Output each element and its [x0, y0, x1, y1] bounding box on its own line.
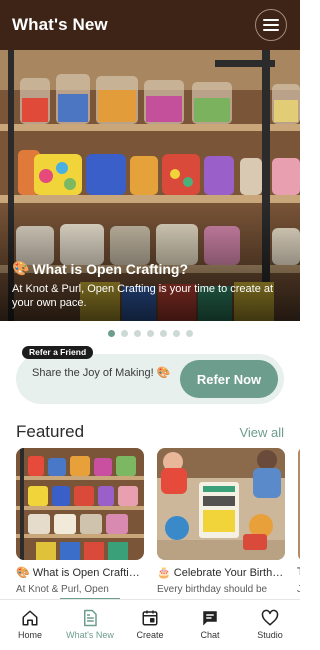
calendar-icon: [142, 610, 158, 626]
menu-button[interactable]: [255, 9, 287, 41]
nav-label: Home: [17, 630, 42, 640]
carousel-dot[interactable]: [120, 330, 128, 337]
card-subtitle: Every birthday should be: [157, 584, 268, 595]
nav-label: Chat: [200, 630, 220, 640]
card-title: 🎂 Celebrate Your Birth…: [157, 567, 284, 579]
card-title: 🎨 What is Open Crafti…: [16, 567, 140, 579]
featured-heading: Featured: [16, 422, 85, 441]
hamburger-icon: [263, 19, 279, 31]
carousel-dot[interactable]: [133, 330, 141, 337]
carousel-indicator: [0, 330, 300, 337]
refer-text: Share the Joy of Making! 🎨: [32, 367, 171, 379]
chat-icon: [203, 611, 217, 626]
carousel-dot[interactable]: [159, 330, 167, 337]
carousel-dot[interactable]: [107, 330, 115, 337]
card-image: [16, 448, 144, 560]
top-bar: What's New: [0, 0, 300, 50]
card-subtitle: At Knot & Purl, Open: [16, 584, 109, 595]
hero-title: 🎨 What is Open Crafting?: [12, 260, 188, 277]
nav-label: Create: [136, 630, 164, 640]
page-title: What's New: [12, 15, 108, 34]
card-title: T: [297, 566, 300, 578]
featured-card-birthday[interactable]: [157, 448, 285, 560]
carousel-dot[interactable]: [185, 330, 193, 337]
nav-label: What's New: [66, 630, 114, 640]
featured-card-next[interactable]: [298, 448, 300, 560]
refer-tag: Refer a Friend: [22, 346, 94, 359]
card-image: [298, 448, 300, 560]
hero-description: At Knot & Purl, Open Crafting is your ti…: [12, 283, 274, 309]
palette-emoji: 🎨: [12, 260, 30, 276]
nav-label: Studio: [257, 630, 283, 640]
view-all-link[interactable]: View all: [239, 425, 284, 440]
nav-item-home[interactable]: Home: [0, 600, 60, 650]
bottom-nav: Home What's New Create Chat Studio: [0, 599, 300, 650]
document-icon: [84, 609, 97, 627]
featured-card-open-crafting[interactable]: [16, 448, 144, 560]
home-icon: [22, 610, 38, 626]
card-image: [157, 448, 285, 560]
hero-title-text: What is Open Crafting?: [32, 260, 188, 277]
card-subtitle: J: [297, 584, 300, 595]
refer-now-button[interactable]: Refer Now: [180, 360, 278, 398]
nav-item-studio[interactable]: Studio: [240, 600, 300, 650]
app-root: What's New 🎨 What is Open Crafting? At K…: [0, 0, 300, 650]
hero-carousel[interactable]: 🎨 What is Open Crafting? At Knot & Purl,…: [0, 50, 300, 321]
carousel-dot[interactable]: [146, 330, 154, 337]
nav-item-whats-new[interactable]: What's New: [60, 600, 120, 650]
nav-item-chat[interactable]: Chat: [180, 600, 240, 650]
carousel-dot[interactable]: [172, 330, 180, 337]
nav-item-create[interactable]: Create: [120, 600, 180, 650]
heart-icon: [261, 609, 279, 626]
